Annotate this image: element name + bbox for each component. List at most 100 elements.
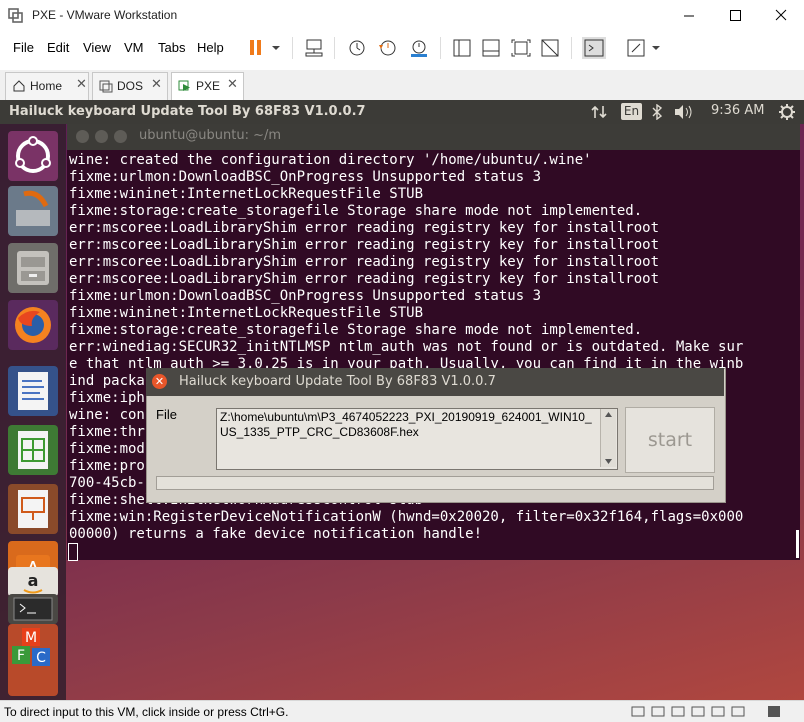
tab-home-close-icon[interactable]: ✕ — [76, 77, 87, 92]
vmware-logo-icon — [8, 8, 24, 24]
volume-icon[interactable] — [673, 104, 695, 120]
menu-file[interactable]: File — [13, 40, 34, 55]
active-app-title: Hailuck keyboard Update Tool By 68F83 V1… — [9, 104, 366, 119]
libreoffice-writer-icon[interactable] — [8, 366, 58, 416]
stretch-guest-button[interactable] — [624, 37, 664, 59]
tab-dos[interactable]: DOS ✕ — [92, 72, 168, 100]
terminal-line: 700-45cb- — [69, 475, 145, 491]
toolbar-separator — [334, 37, 335, 59]
tab-pxe-label: PXE — [196, 79, 221, 93]
menu-vm[interactable]: VM — [124, 40, 144, 55]
menu-help[interactable]: Help — [197, 40, 224, 55]
pause-button[interactable] — [246, 37, 280, 59]
clock[interactable]: 9:36 AM — [711, 103, 764, 118]
unity-mode-button[interactable] — [538, 37, 562, 59]
status-bar: To direct input to this VM, click inside… — [0, 700, 804, 722]
bluetooth-icon[interactable] — [651, 104, 663, 120]
terminal-line: fixme:wininet:InternetLockRequestFile ST… — [69, 305, 424, 321]
terminal-maximize-button[interactable] — [114, 130, 127, 143]
minimize-button[interactable] — [666, 0, 712, 32]
window-title: PXE - VMware Workstation — [32, 8, 178, 22]
library-panel-icon — [453, 39, 471, 57]
ubuntu-top-panel: Hailuck keyboard Update Tool By 68F83 V1… — [0, 100, 804, 124]
pause-icon — [250, 40, 280, 55]
files-icon[interactable] — [8, 243, 58, 293]
terminal-line: err:mscoree:LoadLibraryShim error readin… — [69, 271, 660, 287]
toolbar-separator — [292, 37, 293, 59]
revert-clock-icon — [379, 40, 396, 56]
tab-home[interactable]: Home ✕ — [5, 72, 89, 100]
libreoffice-calc-icon[interactable] — [8, 425, 58, 475]
terminal-icon[interactable] — [8, 594, 58, 624]
console-icon — [584, 39, 604, 57]
vm-running-icon — [178, 80, 190, 91]
tab-pxe-close-icon[interactable]: ✕ — [227, 77, 238, 92]
file-path-text: Z:\home\ubuntu\m\P3_4674052223_PXI_20190… — [220, 410, 592, 439]
terminal-cursor — [68, 543, 78, 561]
show-library-button[interactable] — [450, 37, 474, 59]
svg-text:a: a — [28, 571, 39, 590]
terminal-close-button[interactable] — [76, 130, 89, 143]
toolbar-separator — [440, 37, 441, 59]
terminal-line: wine: created the configuration director… — [69, 152, 592, 168]
terminal-line: fixme:mod — [69, 441, 145, 457]
terminal-line: err:mscoree:LoadLibraryShim error readin… — [69, 237, 660, 253]
scroll-arrows-icon — [605, 412, 612, 464]
power-gear-icon[interactable] — [778, 103, 796, 121]
file-path-scrollbar[interactable] — [600, 409, 616, 467]
terminal-scrollbar[interactable] — [796, 530, 799, 558]
home-icon — [13, 80, 25, 92]
toolbar-separator — [571, 37, 572, 59]
dialog-close-button[interactable]: ✕ — [152, 374, 167, 389]
terminal-line: fixme:storage:create_storagefile Storage… — [69, 322, 643, 338]
minimize-icon — [684, 15, 694, 17]
svg-text:C: C — [36, 650, 46, 666]
snapshot-manager-button[interactable] — [407, 37, 431, 59]
maximize-button[interactable] — [712, 0, 758, 32]
maximize-icon — [730, 10, 741, 21]
libreoffice-impress-icon[interactable] — [8, 484, 58, 534]
dialog-title-bar[interactable]: Hailuck keyboard Update Tool By 68F83 V1… — [146, 368, 724, 396]
firefox-icon[interactable] — [8, 300, 58, 350]
keyboard-layout-indicator[interactable]: En — [621, 103, 642, 120]
console-view-button[interactable] — [582, 37, 606, 59]
network-computer-icon — [305, 39, 323, 57]
device-status-icons[interactable] — [630, 704, 800, 719]
install-ubuntu-icon[interactable] — [8, 186, 58, 236]
terminal-line: fixme:win:RegisterDeviceNotificationW (h… — [69, 509, 744, 525]
close-window-button[interactable] — [758, 0, 804, 32]
ubuntu-dash-icon[interactable] — [8, 131, 58, 181]
full-screen-button[interactable] — [509, 37, 533, 59]
tab-dos-label: DOS — [117, 79, 144, 93]
menu-edit[interactable]: Edit — [47, 40, 69, 55]
svg-text:M: M — [25, 630, 37, 646]
tab-dos-close-icon[interactable]: ✕ — [151, 77, 162, 92]
menu-tabs[interactable]: Tabs — [158, 40, 185, 55]
thumbnail-bar-button[interactable] — [479, 37, 503, 59]
menu-view[interactable]: View — [83, 40, 111, 55]
stretch-icon — [627, 39, 660, 57]
close-icon — [775, 9, 787, 21]
terminal-minimize-button[interactable] — [95, 130, 108, 143]
svg-text:F: F — [17, 648, 25, 664]
file-label: File — [156, 407, 177, 422]
terminal-title-bar[interactable]: ubuntu@ubuntu: ~/m — [67, 124, 800, 150]
status-text: To direct input to this VM, click inside… — [4, 705, 289, 719]
terminal-line: 00000) returns a fake device notificatio… — [69, 526, 483, 542]
amazon-icon[interactable]: a — [8, 567, 58, 597]
mfc-app-icon[interactable]: MFC — [8, 624, 58, 696]
clock-icon — [349, 40, 365, 56]
network-icon[interactable] — [590, 104, 608, 120]
snapshot-button[interactable] — [345, 37, 369, 59]
unity-icon — [541, 39, 559, 57]
tab-pxe[interactable]: PXE ✕ — [171, 72, 244, 100]
terminal-line: err:winediag:SECUR32_initNTLMSP ntlm_aut… — [69, 339, 744, 355]
terminal-line: err:mscoree:LoadLibraryShim error readin… — [69, 220, 660, 236]
snapshot-manager-icon — [411, 40, 427, 57]
send-ctrl-alt-del-button[interactable] — [303, 37, 327, 59]
fullscreen-icon — [511, 39, 531, 57]
start-button[interactable]: start — [625, 407, 715, 473]
vm-icon — [99, 80, 113, 93]
revert-snapshot-button[interactable] — [376, 37, 400, 59]
menu-bar — [0, 32, 804, 64]
